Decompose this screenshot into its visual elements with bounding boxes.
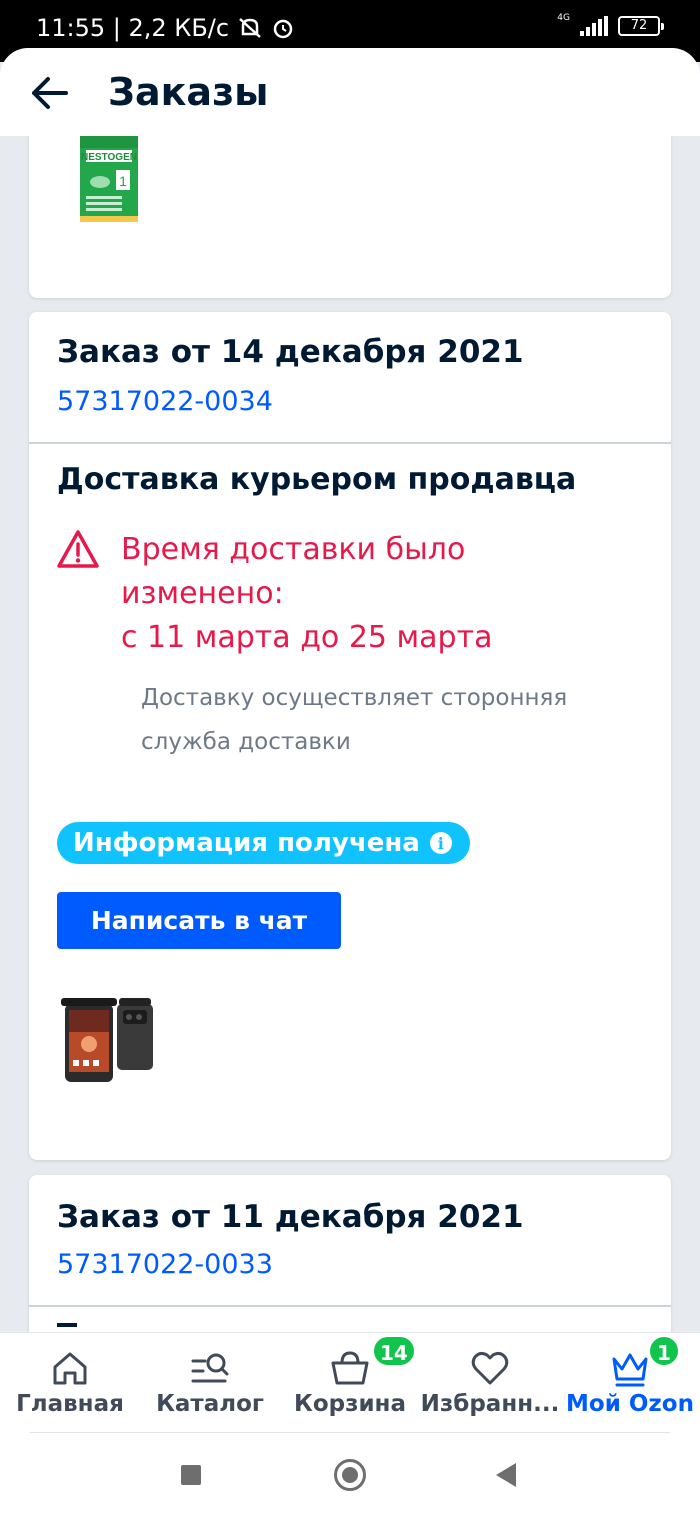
- app-header: Заказы: [0, 48, 700, 136]
- nav-favorites[interactable]: Избранн...: [420, 1333, 560, 1433]
- my-ozon-badge: 1: [648, 1335, 680, 1367]
- home-icon: [53, 1352, 87, 1385]
- svg-text:1: 1: [119, 173, 127, 189]
- nav-label: Каталог: [156, 1391, 264, 1417]
- warning-triangle-icon: [57, 530, 99, 568]
- battery-level: 72: [630, 18, 648, 33]
- order-card[interactable]: Заказ от 11 декабря 2021 57317022-0033: [29, 1175, 671, 1332]
- note-line: служба доставки: [141, 729, 351, 755]
- nav-cart[interactable]: 14 Корзина: [280, 1333, 420, 1433]
- status-time: 11:55 | 2,2 КБ/с: [36, 14, 230, 42]
- network-type: 4G: [557, 12, 570, 23]
- note-line: Доставку осуществляет сторонняя: [141, 685, 568, 711]
- nav-home[interactable]: Главная: [0, 1333, 140, 1433]
- nav-label: Корзина: [294, 1391, 406, 1417]
- system-navigation-bar: [0, 1432, 700, 1517]
- nav-label: Главная: [16, 1391, 124, 1417]
- order-title: Заказ от 14 декабря 2021: [57, 334, 524, 370]
- status-badge-label: Информация получена: [73, 828, 420, 858]
- heart-icon: [471, 1351, 509, 1385]
- svg-text:NESTOGEN: NESTOGEN: [81, 152, 137, 163]
- product-image[interactable]: NESTOGEN 1: [78, 136, 140, 222]
- write-to-chat-button[interactable]: Написать в чат: [57, 892, 341, 949]
- order-card[interactable]: NESTOGEN 1: [29, 136, 671, 298]
- basket-icon: [331, 1351, 369, 1385]
- crown-icon: [612, 1353, 648, 1387]
- delivery-method-title: Доставка курьером продавца: [57, 462, 577, 497]
- divider: [30, 1432, 670, 1433]
- battery-icon: 72: [618, 16, 664, 36]
- page-title: Заказы: [108, 70, 269, 114]
- status-bar-right: 4G 72: [557, 12, 664, 36]
- warning-line: изменено:: [121, 576, 284, 611]
- recent-apps-icon[interactable]: [181, 1465, 201, 1485]
- order-number-link[interactable]: 57317022-0034: [57, 386, 273, 417]
- cut-off-text: [57, 1323, 77, 1327]
- nav-my-ozon[interactable]: 1 Мой Ozon: [560, 1333, 700, 1433]
- warning-line: Время доставки было: [121, 532, 466, 567]
- nav-catalog[interactable]: Каталог: [140, 1333, 280, 1433]
- order-card[interactable]: Заказ от 14 декабря 2021 57317022-0034 Д…: [29, 312, 671, 1160]
- back-triangle-icon[interactable]: [496, 1463, 516, 1487]
- third-party-delivery-note: Доставку осуществляет сторонняя служба д…: [141, 676, 641, 764]
- back-arrow-icon[interactable]: [26, 72, 72, 114]
- bottom-navigation: Главная Каталог 14 Корзина Избранн... 1 …: [0, 1332, 700, 1432]
- delivery-changed-warning: Время доставки было изменено: с 11 марта…: [121, 528, 641, 660]
- alarm-icon: [273, 19, 293, 39]
- status-badge[interactable]: Информация получена i: [57, 822, 470, 864]
- status-bar-left: 11:55 | 2,2 КБ/с: [36, 14, 295, 42]
- divider: [29, 442, 671, 444]
- order-title: Заказ от 11 декабря 2021: [57, 1199, 524, 1235]
- warning-line: с 11 марта до 25 марта: [121, 620, 493, 655]
- info-icon[interactable]: i: [429, 832, 452, 854]
- order-number-link[interactable]: 57317022-0033: [57, 1249, 273, 1280]
- cart-count-badge: 14: [372, 1335, 416, 1367]
- home-circle-icon[interactable]: [334, 1459, 366, 1491]
- product-image[interactable]: [59, 994, 159, 1086]
- orders-list[interactable]: NESTOGEN 1 Заказ от 14 декабря 2021 5731…: [0, 136, 700, 1332]
- mute-icon: [239, 18, 261, 38]
- nav-label: Мой Ozon: [566, 1391, 694, 1417]
- catalog-search-icon: [191, 1353, 229, 1383]
- divider: [29, 1305, 671, 1307]
- nav-label: Избранн...: [420, 1391, 560, 1417]
- signal-icon: [580, 16, 608, 36]
